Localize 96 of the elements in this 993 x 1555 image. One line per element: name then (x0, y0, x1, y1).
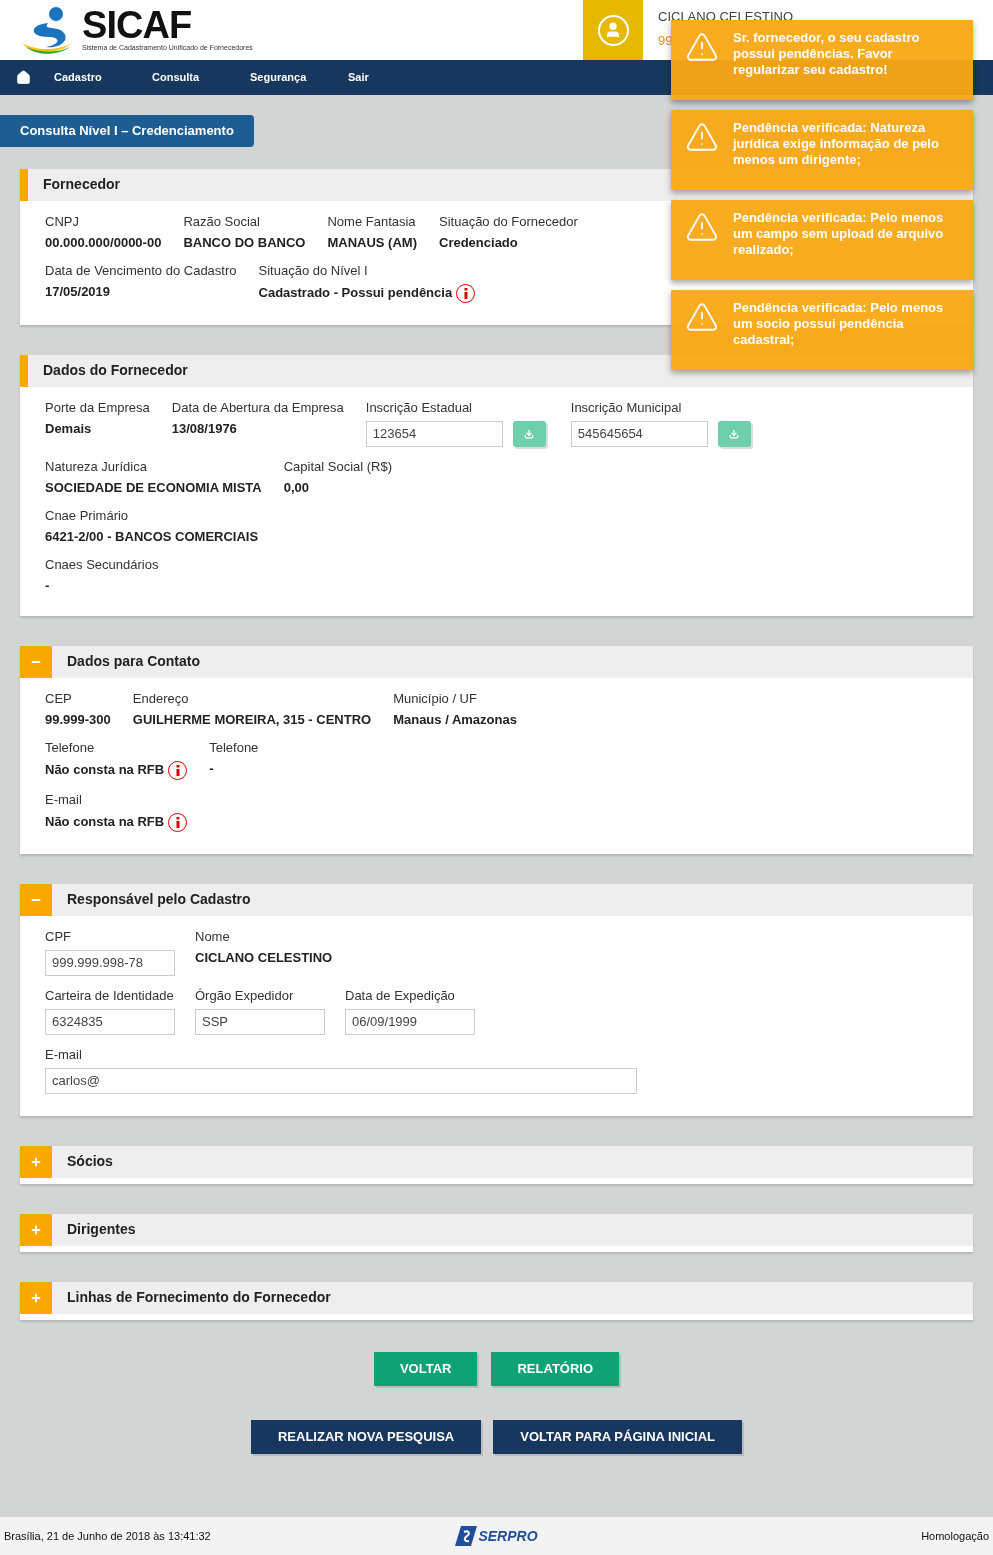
toast-message: Pendência verificada: Pelo menos um socio possui pendência cadastral; (733, 300, 945, 348)
section-title: Responsável pelo Cadastro (67, 890, 251, 909)
accent-bar (20, 168, 28, 201)
field-label: CEP (45, 690, 73, 707)
field-value: 13/08/1976 (171, 420, 238, 437)
download-icon (524, 428, 535, 439)
field-value: 6421-2/00 - BANCOS COMERCIAIS (45, 528, 259, 545)
field-label: Data de Abertura da Empresa (171, 399, 344, 416)
field-value: Credenciado (439, 234, 519, 251)
field-value: 17/05/2019 (45, 283, 112, 300)
toast-message: Sr. fornecedor, o seu cadastro possui pendências. Favor regularizar seu cadastro! (733, 30, 921, 78)
input-field[interactable]: 123654 (365, 420, 503, 447)
toast-message: Pendência verificada: Natureza jurídica exige informação de pelo menos um dirigente; (733, 120, 940, 168)
field-value: - (209, 760, 215, 777)
toggle-button[interactable] (20, 1145, 52, 1178)
field-value: Não consta na RFB (45, 762, 165, 778)
field-value: Cadastrado - Possui pendência (258, 285, 453, 301)
field-label: Razão Social (183, 213, 261, 230)
field-value: 0,00 (283, 479, 310, 496)
field-value: CICLANO CELESTINO (195, 949, 333, 966)
toggle-button[interactable] (20, 1213, 52, 1246)
section-title: Dirigentes (67, 1220, 136, 1239)
field-label: Órgão Expedidor (195, 987, 295, 1004)
field-value: GUILHERME MOREIRA, 315 - CENTRO (132, 711, 372, 728)
field-label: Porte da Empresa (45, 399, 150, 416)
field-label: CNPJ (45, 213, 80, 230)
section-title: Sócios (67, 1152, 113, 1171)
field-label: CPF (45, 928, 72, 945)
field-label: Telefone (209, 739, 259, 756)
navigation-button[interactable]: REALIZAR NOVA PESQUISA (251, 1419, 482, 1454)
field-label: Inscrição Estadual (365, 399, 473, 416)
plus-icon (30, 1155, 42, 1168)
field-label: Natureza Jurídica (45, 458, 148, 475)
avatar-tile[interactable] (583, 0, 643, 60)
field-label: Nome (195, 928, 231, 945)
logo-title: SICAF (82, 6, 192, 43)
accent-bar (20, 354, 28, 387)
nav-link[interactable]: Consulta (152, 69, 250, 86)
field-value: 99.999-300 (45, 711, 111, 728)
field-value: MANAUS (AM) (327, 234, 417, 251)
section-title: Linhas de Fornecimento do Fornecedor (67, 1288, 331, 1307)
input-field[interactable]: carlos@ (45, 1067, 637, 1094)
home-icon[interactable] (16, 70, 31, 85)
field-label: Endereço (132, 690, 190, 707)
nav-link[interactable]: Sair (348, 69, 446, 86)
footer-environment: Homologação (920, 1528, 989, 1544)
input-field[interactable]: 999.999.998-78 (45, 949, 175, 976)
logo-icon (455, 1526, 478, 1546)
download-button[interactable] (512, 420, 546, 447)
field-value: BANCO DO BANCO (183, 234, 306, 251)
field-label: Data de Vencimento do Cadastro (45, 262, 237, 279)
field-label: Situação do Fornecedor (439, 213, 578, 230)
field-value: Não consta na RFB (45, 814, 165, 830)
warning-icon (685, 30, 719, 64)
field-label: E-mail (45, 791, 83, 808)
nav-link[interactable]: Segurança (250, 69, 348, 86)
toggle-button[interactable] (20, 883, 52, 916)
warning-icon (685, 120, 719, 154)
toggle-button[interactable] (20, 1281, 52, 1314)
footer-logo: SERPRO (455, 1525, 538, 1547)
field-label: Carteira de Identidade (45, 987, 175, 1004)
download-button[interactable] (717, 420, 751, 447)
field-label: Data de Expedição (345, 987, 456, 1004)
plus-icon (30, 1223, 42, 1236)
input-field[interactable]: 6324835 (45, 1008, 175, 1035)
field-label: E-mail (45, 1046, 83, 1063)
toast-message: Pendência verificada: Pelo menos um campo sem upload de arquivo realizado; (733, 210, 945, 258)
section-title: Fornecedor (43, 175, 120, 194)
input-field[interactable]: 06/09/1999 (345, 1008, 475, 1035)
field-label: Capital Social (R$) (283, 458, 393, 475)
page-title: Consulta Nível I – Credenciamento (0, 115, 254, 147)
warning-icon (685, 210, 719, 244)
field-label: Cnaes Secundários (45, 556, 159, 573)
toggle-button[interactable] (20, 645, 52, 678)
section-title: Dados do Fornecedor (43, 361, 188, 380)
field-label: Município / UF (393, 690, 478, 707)
field-label: Situação do Nível I (258, 262, 369, 279)
download-icon (729, 428, 740, 439)
field-label: Telefone (45, 739, 96, 756)
field-label: Nome Fantasia (327, 213, 417, 230)
field-value: 00.000.000/0000-00 (45, 234, 162, 251)
field-value: - (45, 577, 51, 594)
field-value: Manaus / Amazonas (393, 711, 517, 728)
section-title: Dados para Contato (67, 652, 200, 671)
field-label: Cnae Primário (45, 507, 130, 524)
nav-link[interactable]: Cadastro (54, 69, 152, 86)
plus-icon (30, 1291, 42, 1304)
field-value: Demais (45, 420, 93, 437)
field-value: SOCIEDADE DE ECONOMIA MISTA (45, 479, 262, 496)
navigation-button[interactable]: VOLTAR PARA PÁGINA INICIAL (493, 1419, 742, 1454)
field-label: Inscrição Municipal (570, 399, 683, 416)
input-field[interactable]: SSP (195, 1008, 325, 1035)
input-field[interactable]: 545645654 (570, 420, 708, 447)
footer-date: Brasília, 21 de Junho de 2018 às 13:41:32 (4, 1528, 212, 1544)
warning-icon (685, 300, 719, 334)
user-icon (597, 14, 629, 46)
